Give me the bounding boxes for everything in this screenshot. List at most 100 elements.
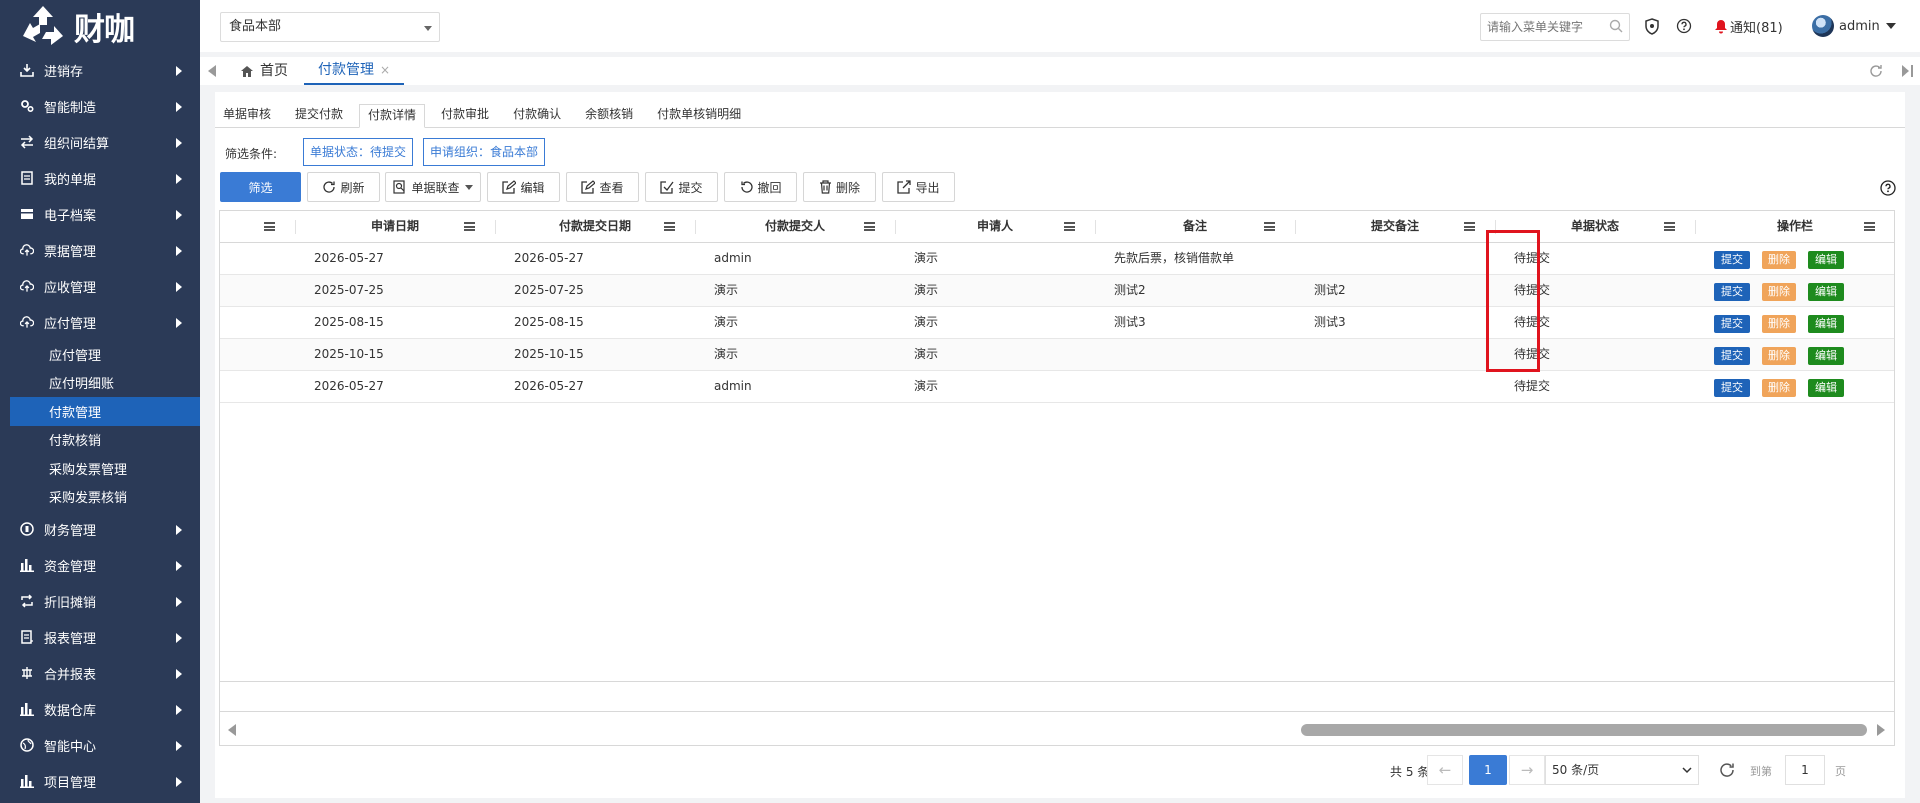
table-row[interactable]: 2026-05-27 2026-05-27 admin 演示 待提交 提交 删除…: [220, 371, 1894, 403]
scroll-left-icon[interactable]: [228, 724, 236, 736]
tab-payment-management[interactable]: 付款管理 ×: [304, 57, 405, 85]
prev-page-button[interactable]: ←: [1427, 755, 1463, 785]
transfer-icon: [20, 135, 34, 149]
column-menu-icon[interactable]: [1464, 222, 1475, 231]
sidebar: 财咖 进销存 智能制造 组织间结算 我的单据 电子档案 票据管理 应收管理 应付…: [0, 0, 200, 803]
row-submit-button[interactable]: 提交: [1714, 251, 1750, 269]
sidebar-item-settlement[interactable]: 组织间结算: [0, 124, 200, 160]
table-row[interactable]: 2025-08-15 2025-08-15 演示 演示 测试3 测试3 待提交 …: [220, 307, 1894, 339]
column-menu-icon[interactable]: [1264, 222, 1275, 231]
tab-home[interactable]: 首页: [226, 57, 302, 85]
column-menu-icon[interactable]: [664, 222, 675, 231]
withdraw-button[interactable]: 撤回: [724, 172, 797, 202]
sidebar-subitem-payables-ledger[interactable]: 应付明细账: [0, 369, 200, 398]
delete-button[interactable]: 删除: [803, 172, 876, 202]
row-delete-button[interactable]: 删除: [1762, 283, 1796, 301]
table-row[interactable]: 2025-10-15 2025-10-15 演示 演示 待提交 提交 删除 编辑: [220, 339, 1894, 371]
column-menu-icon[interactable]: [1664, 222, 1675, 231]
tab-scroll-right-icon[interactable]: [1900, 63, 1914, 79]
subtab-payment-confirm[interactable]: 付款确认: [505, 104, 569, 128]
column-menu-icon[interactable]: [464, 222, 475, 231]
sidebar-item-inventory[interactable]: 进销存: [0, 52, 200, 88]
org-select[interactable]: 食品本部: [220, 12, 440, 42]
filter-chip-status[interactable]: 单据状态：待提交: [303, 138, 414, 166]
page-number-input[interactable]: 1: [1785, 755, 1825, 785]
row-delete-button[interactable]: 删除: [1762, 379, 1796, 397]
scrollbar-thumb[interactable]: [1301, 724, 1867, 736]
row-submit-button[interactable]: 提交: [1714, 315, 1750, 333]
notification-button[interactable]: 通知(81): [1714, 17, 1783, 36]
next-page-button[interactable]: →: [1509, 755, 1545, 785]
row-edit-button[interactable]: 编辑: [1808, 347, 1844, 365]
column-menu-icon[interactable]: [264, 222, 275, 231]
search-icon[interactable]: [1609, 19, 1623, 33]
row-edit-button[interactable]: 编辑: [1808, 315, 1844, 333]
subtab-writeoff-details[interactable]: 付款单核销明细: [649, 104, 749, 128]
shield-icon[interactable]: [1644, 18, 1660, 35]
subtab-doc-review[interactable]: 单据审核: [215, 104, 279, 128]
sidebar-subitem-payment-management[interactable]: 付款管理: [10, 397, 200, 426]
sidebar-subitem-purchase-invoice-writeoff[interactable]: 采购发票核销: [0, 483, 200, 512]
refresh-icon: [323, 181, 336, 193]
refresh-icon[interactable]: [1868, 63, 1884, 79]
row-delete-button[interactable]: 删除: [1762, 315, 1796, 333]
sidebar-subitem-payables-management[interactable]: 应付管理: [0, 340, 200, 369]
sidebar-item-consolidated-reports[interactable]: 合并报表: [0, 655, 200, 691]
export-button[interactable]: 导出: [882, 172, 955, 202]
sidebar-item-e-archive[interactable]: 电子档案: [0, 196, 200, 232]
horizontal-scrollbar[interactable]: [220, 711, 1894, 745]
caret-right-icon: [176, 282, 182, 292]
sidebar-item-manufacturing[interactable]: 智能制造: [0, 88, 200, 124]
row-submit-button[interactable]: 提交: [1714, 347, 1750, 365]
sidebar-item-projects[interactable]: 项目管理: [0, 763, 200, 799]
row-submit-button[interactable]: 提交: [1714, 379, 1750, 397]
refresh-icon[interactable]: [1718, 761, 1736, 779]
row-edit-button[interactable]: 编辑: [1808, 283, 1844, 301]
row-delete-button[interactable]: 删除: [1762, 347, 1796, 365]
sidebar-item-payables[interactable]: 应付管理: [0, 304, 200, 340]
row-edit-button[interactable]: 编辑: [1808, 251, 1844, 269]
row-delete-button[interactable]: 删除: [1762, 251, 1796, 269]
submit-button[interactable]: 提交: [645, 172, 718, 202]
user-menu[interactable]: admin: [1812, 15, 1896, 37]
subtab-payment-details[interactable]: 付款详情: [359, 104, 426, 128]
filter-button[interactable]: 筛选: [220, 172, 301, 202]
close-icon[interactable]: ×: [380, 57, 390, 83]
subtab-payment-approval[interactable]: 付款审批: [433, 104, 497, 128]
subtab-submit-payment[interactable]: 提交付款: [287, 104, 351, 128]
cell-submitter: 演示: [714, 347, 739, 361]
sidebar-subitem-payment-writeoff[interactable]: 付款核销: [0, 426, 200, 455]
payment-table: 申请日期 付款提交日期 付款提交人 申请人 备注 提交备注 单据状态 操作栏 2…: [219, 210, 1895, 746]
help-icon[interactable]: [1676, 18, 1692, 34]
column-menu-icon[interactable]: [1864, 222, 1875, 231]
menu-search-input[interactable]: [1480, 13, 1630, 41]
sidebar-item-bills[interactable]: 票据管理: [0, 232, 200, 268]
edit-button[interactable]: 编辑: [487, 172, 560, 202]
sidebar-item-smart-center[interactable]: 智能中心: [0, 727, 200, 763]
sidebar-subitem-purchase-invoice[interactable]: 采购发票管理: [0, 454, 200, 483]
linked-query-button[interactable]: 单据联查: [385, 172, 481, 202]
filter-chip-org[interactable]: 申请组织：食品本部: [423, 138, 546, 166]
sidebar-item-my-documents[interactable]: 我的单据: [0, 160, 200, 196]
column-menu-icon[interactable]: [864, 222, 875, 231]
help-icon[interactable]: [1880, 180, 1896, 196]
row-edit-button[interactable]: 编辑: [1808, 379, 1844, 397]
tab-scroll-left-icon[interactable]: [208, 65, 216, 77]
current-page[interactable]: 1: [1469, 755, 1507, 785]
sidebar-item-depreciation[interactable]: 折旧摊销: [0, 583, 200, 619]
bar-chart-icon: [20, 774, 34, 788]
sidebar-item-funds[interactable]: 资金管理: [0, 547, 200, 583]
sidebar-item-receivables[interactable]: 应收管理: [0, 268, 200, 304]
sidebar-item-reports[interactable]: 报表管理: [0, 619, 200, 655]
view-button[interactable]: 查看: [566, 172, 639, 202]
sidebar-item-data-warehouse[interactable]: 数据仓库: [0, 691, 200, 727]
sidebar-item-finance[interactable]: 财务管理: [0, 511, 200, 547]
table-row[interactable]: 2025-07-25 2025-07-25 演示 演示 测试2 测试2 待提交 …: [220, 275, 1894, 307]
table-row[interactable]: 2026-05-27 2026-05-27 admin 演示 先款后票，核销借款…: [220, 243, 1894, 275]
row-submit-button[interactable]: 提交: [1714, 283, 1750, 301]
column-menu-icon[interactable]: [1064, 222, 1075, 231]
subtab-balance-writeoff[interactable]: 余额核销: [577, 104, 641, 128]
scroll-right-icon[interactable]: [1877, 724, 1885, 736]
page-size-select[interactable]: 50 条/页: [1545, 755, 1699, 785]
refresh-button[interactable]: 刷新: [307, 172, 380, 202]
